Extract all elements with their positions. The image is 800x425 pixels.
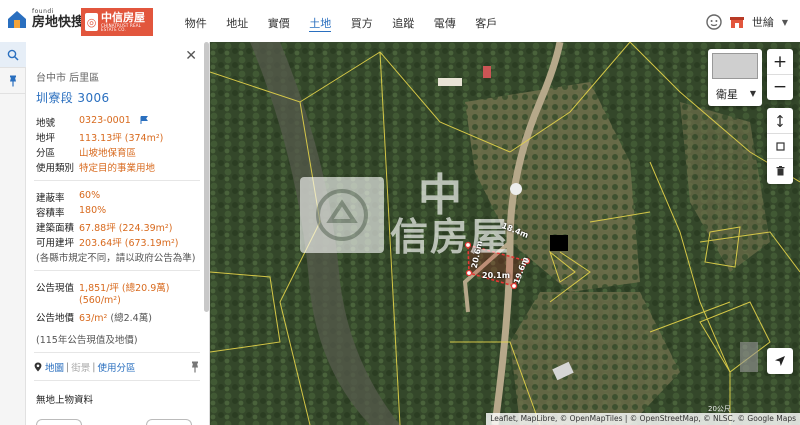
user-area: 世綸 ▼	[706, 14, 788, 30]
user-name[interactable]: 世綸	[752, 14, 774, 30]
pushpin-icon	[10, 75, 16, 86]
main-nav: 物件 地址 實價 土地 買方 追蹤 電傳 客戶	[175, 0, 507, 45]
ratio-note: (各縣市規定不同，請以政府公告為準)	[36, 253, 196, 264]
draw-toolbar	[767, 108, 793, 184]
divider	[34, 270, 200, 271]
nav-item-listings[interactable]: 物件	[175, 0, 217, 45]
partner-mark-icon: ◎	[85, 13, 98, 31]
pin-tool-button[interactable]	[0, 68, 26, 94]
house-logo-icon	[8, 11, 26, 28]
map-link[interactable]: 地圖	[45, 360, 64, 374]
district-label: 台中市 后里區	[36, 73, 100, 84]
land-info-panel: ✕ 台中市 后里區 圳寮段 3006 地號 0323-0001 地坪 113.13…	[26, 42, 210, 425]
nav-item-fax[interactable]: 電傳	[424, 0, 466, 45]
nav-item-buyers[interactable]: 買方	[341, 0, 383, 45]
zoning-link[interactable]: 使用分區	[97, 360, 135, 374]
partner-sub: CHINATRUST REAL ESTATE CO.	[101, 22, 142, 32]
action-button[interactable]	[36, 419, 82, 425]
store-icon	[729, 17, 744, 28]
draw-rectangle-button[interactable]	[767, 133, 793, 158]
divider	[34, 352, 200, 353]
layer-thumbnail	[712, 53, 758, 79]
field-building-area: 建築面積 67.88坪 (224.39m²)	[36, 223, 173, 234]
field-land-area: 地坪 113.13坪 (374m²)	[36, 133, 164, 144]
measure-line-button[interactable]	[767, 108, 793, 133]
delete-drawing-button[interactable]	[767, 158, 793, 183]
locate-button[interactable]	[767, 348, 793, 374]
field-floor-area-ratio: 容積率 180%	[36, 205, 107, 219]
edge-length-bottom: 20.1m	[482, 271, 511, 280]
top-header: foundi 房地快搜 ◎ 中信房屋 CHINATRUST REAL ESTAT…	[0, 0, 800, 45]
partner-emblem-icon	[316, 189, 368, 241]
zoom-out-button[interactable]: −	[767, 74, 793, 99]
nav-item-address[interactable]: 地址	[217, 0, 259, 45]
watermark-text-1: 中	[418, 170, 464, 221]
brand-name: 房地快搜	[32, 15, 85, 30]
panel-scrollbar[interactable]	[204, 42, 209, 312]
watermark-logo-icon	[300, 177, 384, 253]
chevron-down-icon[interactable]: ▼	[782, 18, 788, 27]
nav-item-transactions[interactable]: 實價	[258, 0, 300, 45]
field-zoning: 分區 山坡地保育區	[36, 148, 137, 159]
street-view-link[interactable]: 街景	[71, 360, 90, 374]
divider	[34, 380, 200, 381]
layer-switcher[interactable]: 衛星 ▼	[708, 49, 762, 106]
search-icon	[7, 49, 19, 61]
square-icon	[775, 141, 785, 151]
pushpin-icon[interactable]	[190, 361, 200, 373]
parcel-section-title[interactable]: 圳寮段 3006	[36, 89, 110, 106]
field-announced-value: 公告現值 1,851/坪 (總20.9萬)	[36, 283, 170, 294]
nav-item-land[interactable]: 土地	[300, 0, 342, 45]
satellite-map[interactable]: 中 信房屋 18.4m 20.6m 19.6m 20.1m 衛星 ▼ + − 2…	[210, 42, 800, 425]
brand-logo[interactable]: foundi 房地快搜	[6, 8, 84, 30]
chevron-down-icon: ▼	[749, 89, 756, 98]
field-announced-value-sqm: (560/m²)	[79, 295, 121, 306]
no-structure-text: 無地上物資料	[36, 395, 94, 406]
search-tool-button[interactable]	[0, 42, 26, 68]
close-icon[interactable]: ✕	[185, 48, 197, 64]
layer-label: 衛星	[716, 88, 738, 101]
field-use-category: 使用類別 特定目的事業用地	[36, 163, 156, 174]
field-lot-number: 地號 0323-0001	[36, 115, 148, 129]
divider	[34, 180, 200, 181]
vertical-measure-icon	[777, 114, 783, 127]
map-attribution[interactable]: Leaflet, MapLibre, © OpenMapTiles | © Op…	[486, 413, 800, 425]
support-agent-icon[interactable]	[706, 14, 722, 30]
left-toolstrip	[0, 42, 26, 425]
flag-icon[interactable]	[140, 116, 148, 124]
price-note: (115年公告現值及地價)	[36, 335, 138, 346]
nav-item-tracking[interactable]: 追蹤	[383, 0, 425, 45]
field-coverage-ratio: 建蔽率 60%	[36, 190, 101, 204]
map-pin-icon	[34, 362, 42, 372]
watermark: 中 信房屋	[300, 170, 520, 260]
action-button[interactable]	[146, 419, 192, 425]
panel-links: 地圖 | 街景 | 使用分區	[34, 360, 200, 374]
partner-logo: ◎ 中信房屋 CHINATRUST REAL ESTATE CO.	[81, 8, 153, 36]
trash-icon	[776, 166, 784, 176]
zoom-in-button[interactable]: +	[767, 49, 793, 74]
nav-item-clients[interactable]: 客戶	[466, 0, 508, 45]
navigation-arrow-icon	[775, 356, 785, 366]
field-announced-land-price: 公告地價 63/m² (總2.4萬)	[36, 313, 152, 324]
field-usable-floor-area: 可用建坪 203.64坪 (673.19m²)	[36, 238, 179, 249]
zoom-control: + −	[767, 49, 793, 100]
watermark-text-2: 信房屋	[390, 215, 511, 259]
